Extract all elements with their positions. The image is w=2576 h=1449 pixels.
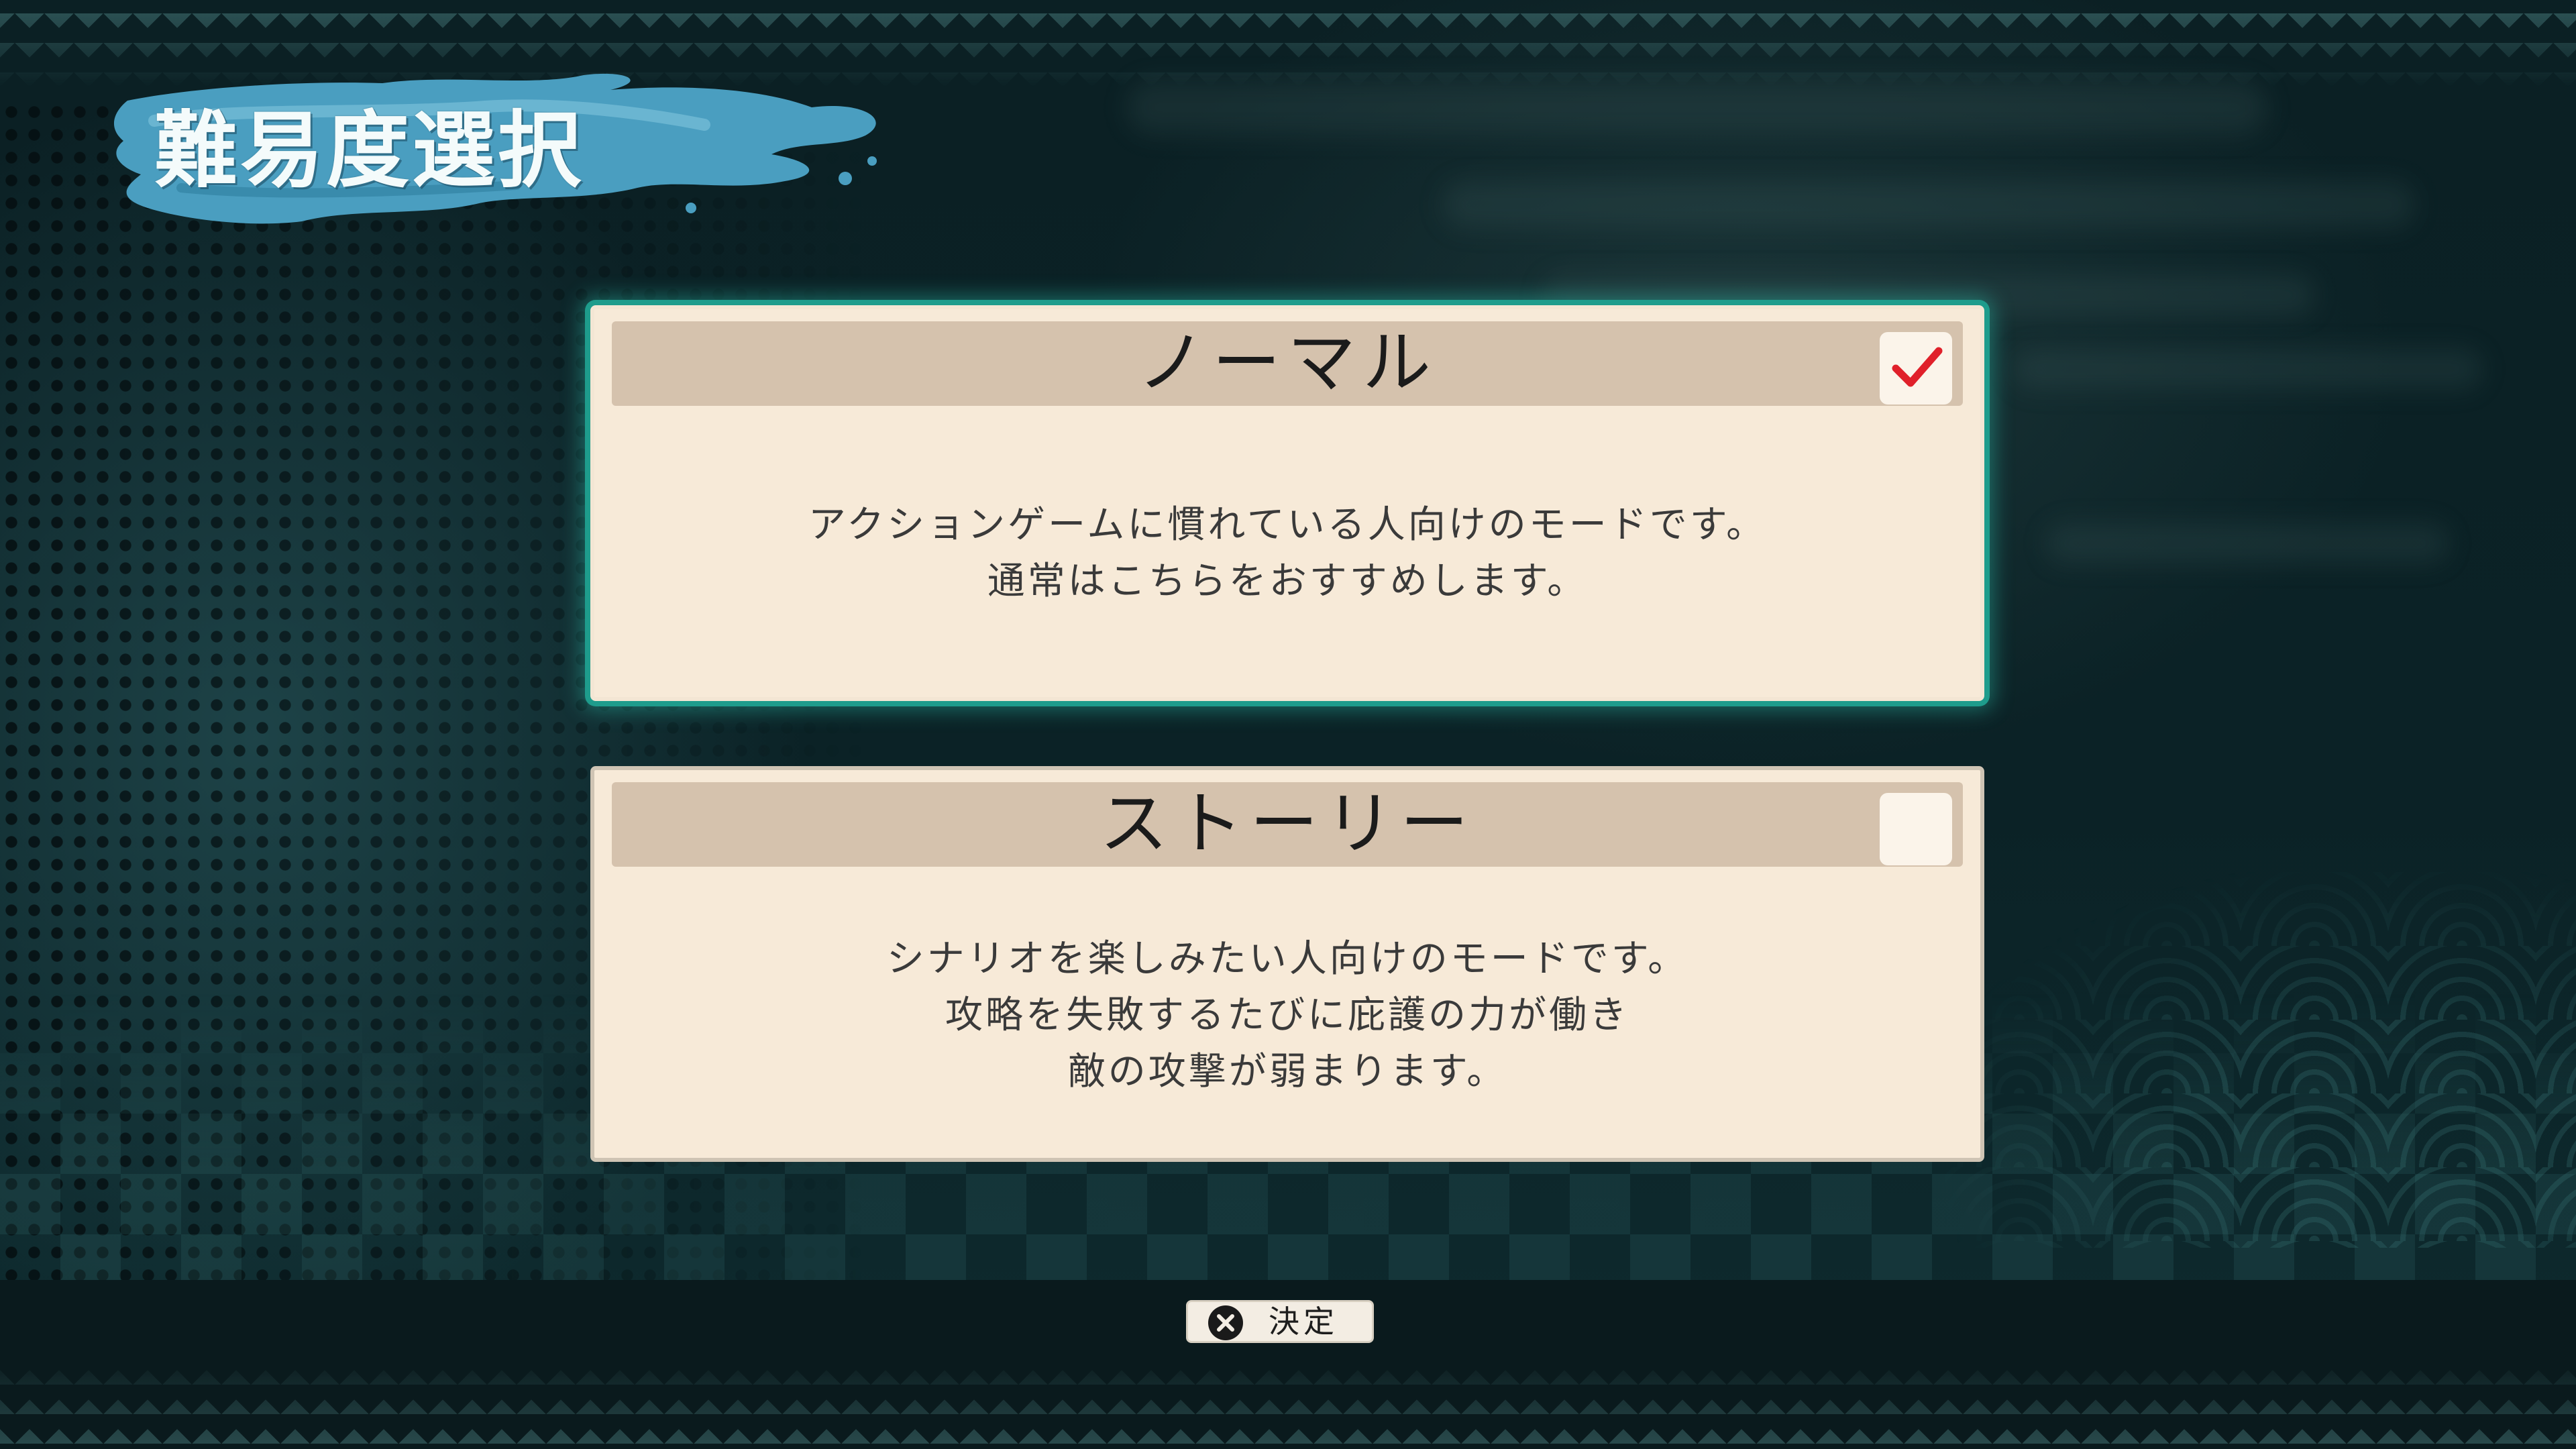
checkmark-icon	[1892, 347, 1943, 387]
description-line: 通常はこちらをおすすめします。	[987, 559, 1588, 603]
difficulty-option-story[interactable]: ストーリー シナリオを楽しみたい人向けのモードです。 攻略を失敗するたびに庇護の…	[590, 766, 1984, 1162]
option-title: ノーマル	[1137, 323, 1438, 403]
blurred-background-text	[1127, 80, 2267, 134]
wave-pattern	[1945, 872, 2576, 1248]
description-line: 攻略を失敗するたびに庇護の力が働き	[945, 994, 1629, 1037]
bottom-border-pattern	[0, 1355, 2576, 1449]
option-header: ノーマル	[612, 321, 1963, 406]
description-line: シナリオを楽しみたい人向けのモードです。	[886, 937, 1688, 981]
option-checkbox[interactable]	[1880, 793, 1952, 865]
option-description: アクションゲームに慣れている人向けのモードです。 通常はこちらをおすすめします。	[594, 497, 1980, 610]
option-header: ストーリー	[612, 782, 1963, 867]
option-description: シナリオを楽しみたい人向けのモードです。 攻略を失敗するたびに庇護の力が働き 敵…	[594, 931, 1980, 1100]
option-checkbox[interactable]	[1880, 332, 1952, 405]
confirm-button[interactable]: 決定	[1186, 1300, 1374, 1343]
confirm-label: 決定	[1269, 1303, 1338, 1340]
description-line: 敵の攻撃が弱まります。	[1067, 1050, 1507, 1093]
description-line: アクションゲームに慣れている人向けのモードです。	[808, 503, 1767, 547]
difficulty-select-screen: 難易度選択 ノーマル アクションゲームに慣れている人向けのモードです。 通常はこ…	[0, 0, 2576, 1449]
blurred-background-text	[2012, 349, 2482, 389]
blurred-background-text	[2046, 523, 2449, 564]
blurred-background-text	[1442, 181, 2415, 228]
difficulty-option-normal[interactable]: ノーマル アクションゲームに慣れている人向けのモードです。 通常はこちらをおすす…	[590, 305, 1984, 701]
page-title: 難易度選択	[154, 103, 584, 199]
cross-button-icon	[1208, 1305, 1243, 1340]
option-title: ストーリー	[1099, 784, 1475, 864]
